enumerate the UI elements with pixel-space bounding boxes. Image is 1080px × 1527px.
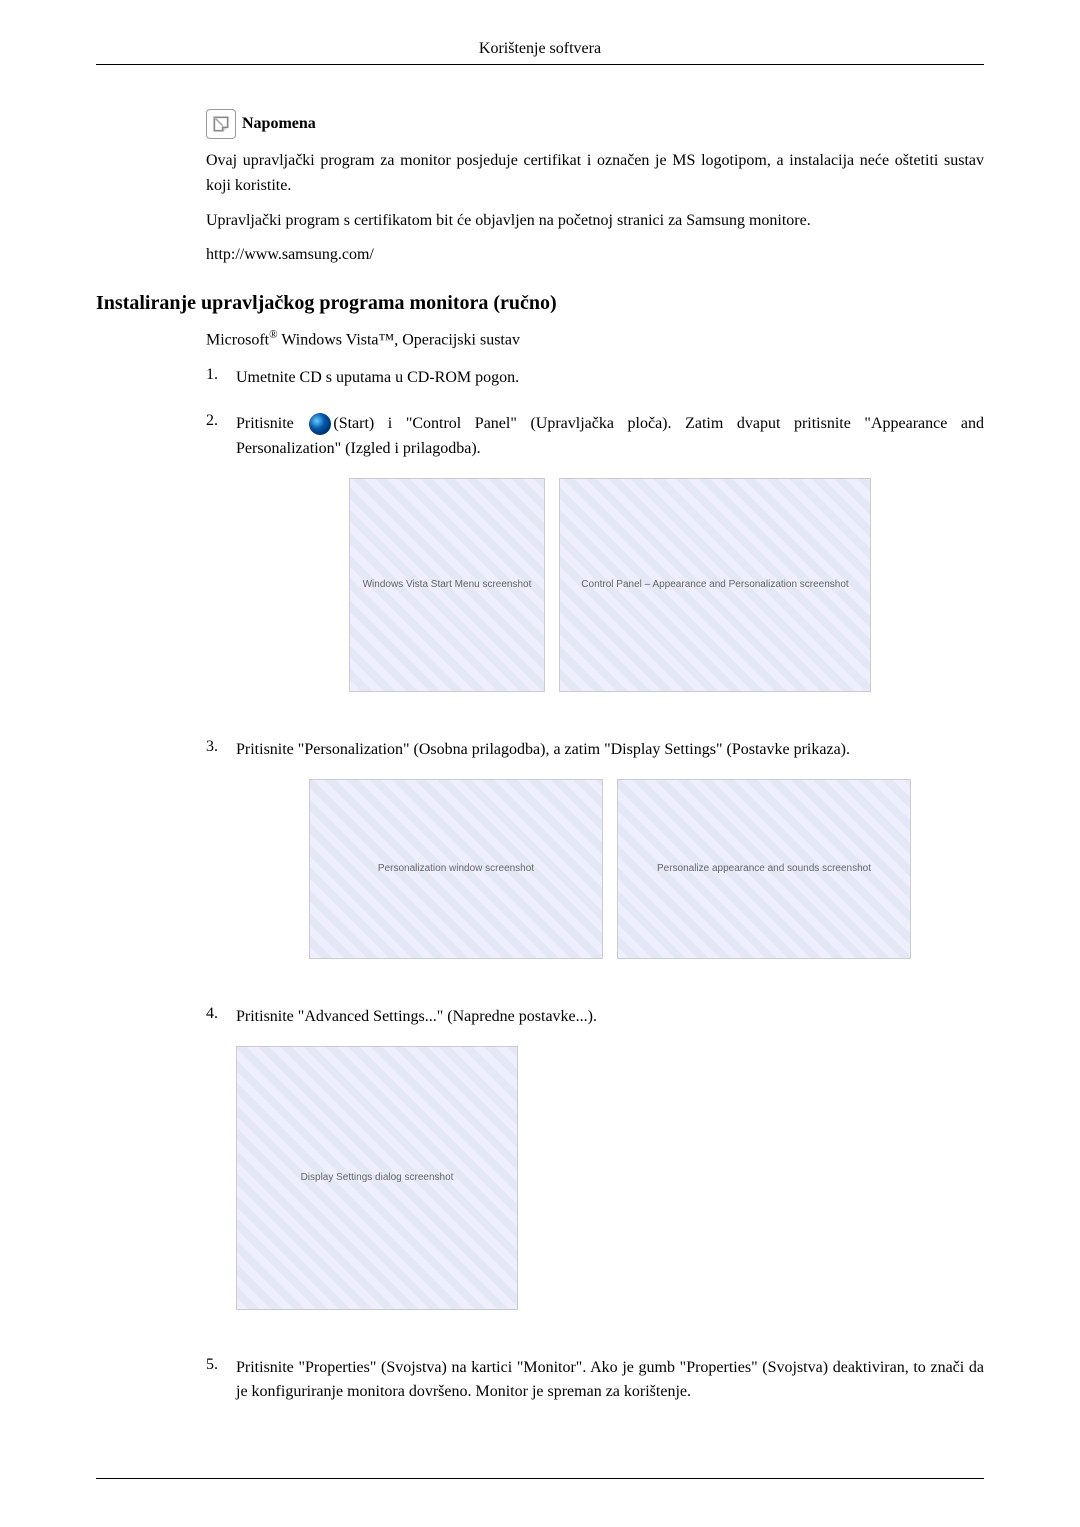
note-label: Napomena xyxy=(242,115,316,133)
step-3-number: 3. xyxy=(206,738,236,756)
screenshot-control-panel: Control Panel – Appearance and Personali… xyxy=(559,478,871,692)
header-divider xyxy=(96,64,984,65)
page-header-title: Korištenje softvera xyxy=(96,40,984,58)
subheading-rest: Windows Vista™, Operacijski sustav xyxy=(278,332,520,349)
step-5-text: Pritisnite "Properties" (Svojstva) na ka… xyxy=(236,1356,984,1406)
step-3-text: Pritisnite "Personalization" (Osobna pri… xyxy=(236,738,984,983)
step-5: 5. Pritisnite "Properties" (Svojstva) na… xyxy=(206,1356,984,1406)
step-4-text: Pritisnite "Advanced Settings..." (Napre… xyxy=(236,1005,984,1334)
step-2-number: 2. xyxy=(206,412,236,430)
step-2-text-after: (Start) i "Control Panel" (Upravljačka p… xyxy=(236,415,984,457)
step-5-number: 5. xyxy=(206,1356,236,1374)
registered-mark: ® xyxy=(269,329,278,341)
step-2-text-before: Pritisnite xyxy=(236,415,307,432)
step-2: 2. Pritisnite (Start) i "Control Panel" … xyxy=(206,412,984,716)
subheading: Microsoft® Windows Vista™, Operacijski s… xyxy=(206,329,984,349)
step-3-text-span: Pritisnite "Personalization" (Osobna pri… xyxy=(236,741,850,758)
step-1-text: Umetnite CD s uputama u CD-ROM pogon. xyxy=(236,366,984,391)
footer-divider xyxy=(96,1478,984,1479)
screenshot-start-menu: Windows Vista Start Menu screenshot xyxy=(349,478,545,692)
step-3: 3. Pritisnite "Personalization" (Osobna … xyxy=(206,738,984,983)
screenshot-personalization: Personalization window screenshot xyxy=(309,779,603,959)
screenshot-advanced-settings: Display Settings dialog screenshot xyxy=(236,1046,518,1310)
step-4-images: Display Settings dialog screenshot xyxy=(236,1046,984,1310)
note-block: Napomena Ovaj upravljački program za mon… xyxy=(206,109,984,268)
note-paragraph-2: Upravljački program s certifikatom bit ć… xyxy=(206,209,984,234)
note-icon xyxy=(206,109,236,139)
screenshot-display-settings: Personalize appearance and sounds screen… xyxy=(617,779,911,959)
step-4-text-span: Pritisnite "Advanced Settings..." (Napre… xyxy=(236,1008,597,1025)
note-paragraph-1: Ovaj upravljački program za monitor posj… xyxy=(206,149,984,199)
step-1-number: 1. xyxy=(206,366,236,384)
step-2-images: Windows Vista Start Menu screenshot Cont… xyxy=(236,478,984,692)
subheading-prefix: Microsoft xyxy=(206,332,269,349)
note-url: http://www.samsung.com/ xyxy=(206,243,984,268)
install-steps-list: 1. Umetnite CD s uputama u CD-ROM pogon.… xyxy=(206,366,984,1406)
step-1: 1. Umetnite CD s uputama u CD-ROM pogon. xyxy=(206,366,984,391)
step-2-text: Pritisnite (Start) i "Control Panel" (Up… xyxy=(236,412,984,716)
step-4-number: 4. xyxy=(206,1005,236,1023)
windows-start-orb-icon xyxy=(309,413,331,435)
section-heading: Instaliranje upravljačkog programa monit… xyxy=(96,292,984,315)
step-3-images: Personalization window screenshot Person… xyxy=(236,779,984,959)
step-4: 4. Pritisnite "Advanced Settings..." (Na… xyxy=(206,1005,984,1334)
